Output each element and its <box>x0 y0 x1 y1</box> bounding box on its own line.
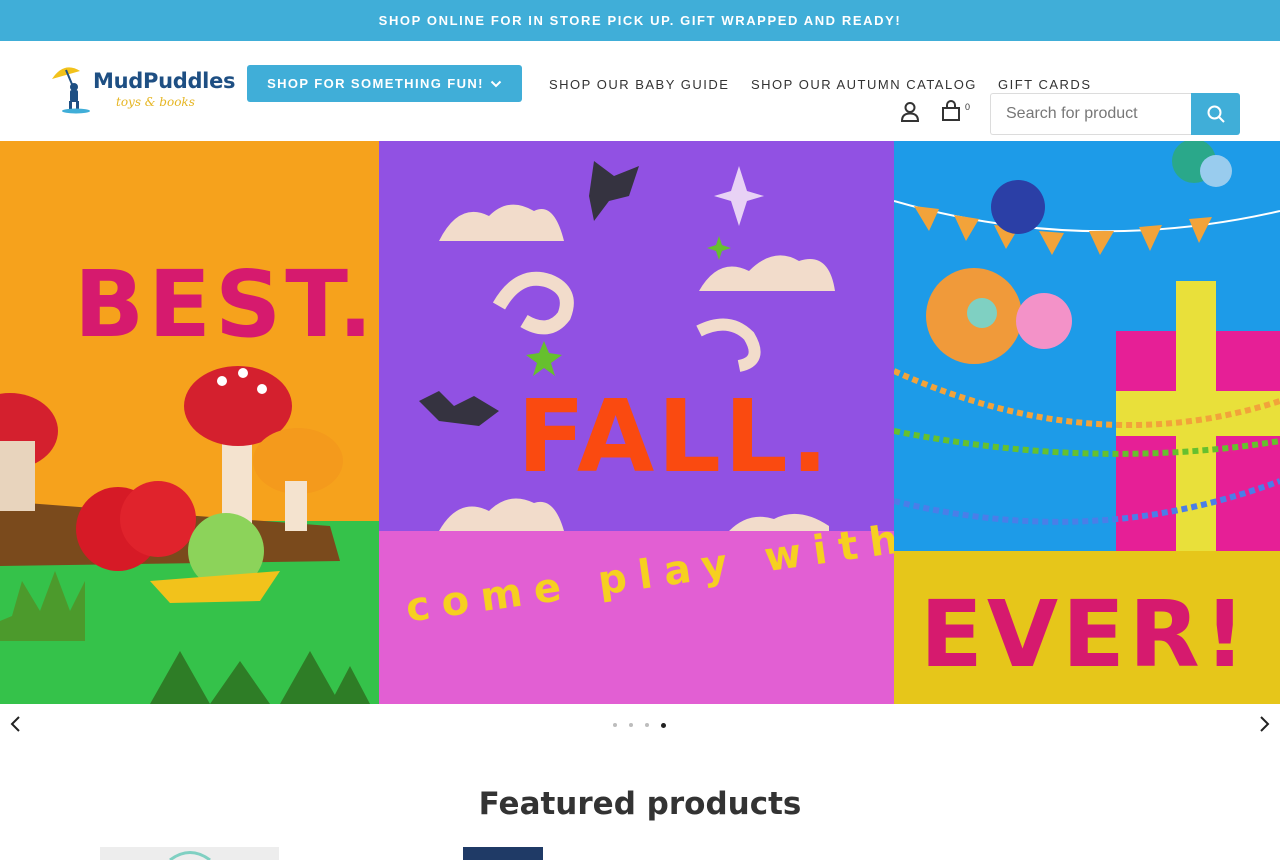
product-card-image[interactable] <box>463 847 543 860</box>
bag-icon[interactable] <box>941 100 961 122</box>
nav-baby-guide[interactable]: SHOP OUR BABY GUIDE <box>549 77 729 92</box>
slide-indicators <box>611 721 667 729</box>
umbrella-child-icon <box>52 67 90 114</box>
shop-menu-button[interactable]: SHOP FOR SOMETHING FUN! <box>247 65 522 102</box>
user-icon[interactable] <box>900 101 920 123</box>
search-button[interactable] <box>1191 93 1240 135</box>
hero-panel-ever: EVER! <box>894 141 1280 704</box>
chevron-right-icon[interactable] <box>1254 713 1274 735</box>
product-image-icon <box>169 851 211 860</box>
logo-tagline: toys & books <box>116 95 195 109</box>
search-icon <box>1207 105 1225 123</box>
announcement-text: SHOP ONLINE FOR IN STORE PICK UP. GIFT W… <box>378 13 902 28</box>
site-header: MudPuddles toys & books SHOP FOR SOMETHI… <box>0 41 1280 141</box>
mushroom-apple-illustration <box>0 366 379 704</box>
slide-dot-2[interactable] <box>627 721 635 729</box>
logo-name: MudPuddles <box>93 69 236 93</box>
slide-dot-4[interactable] <box>659 721 667 729</box>
slide-dot-3[interactable] <box>643 721 651 729</box>
shop-menu-label: SHOP FOR SOMETHING FUN! <box>267 76 484 91</box>
hero-panel-fall: FALL. come play with us! <box>379 141 894 704</box>
nav-autumn-catalog[interactable]: SHOP OUR AUTUMN CATALOG <box>751 77 977 92</box>
nav-gift-cards[interactable]: GIFT CARDS <box>998 77 1092 92</box>
chevron-down-icon <box>490 80 502 87</box>
slide-dot-1[interactable] <box>611 721 619 729</box>
hero-word-ever: EVER! <box>920 581 1250 688</box>
hero-slideshow[interactable]: BEST. FALL. come play with us! <box>0 141 1280 704</box>
search-input[interactable] <box>990 93 1192 135</box>
product-card-image[interactable] <box>100 847 279 860</box>
store-logo[interactable]: MudPuddles toys & books <box>50 59 236 115</box>
announcement-bar: SHOP ONLINE FOR IN STORE PICK UP. GIFT W… <box>0 0 1280 41</box>
featured-products-heading: Featured products <box>478 786 802 822</box>
chevron-left-icon[interactable] <box>6 713 26 735</box>
hero-word-fall: FALL. <box>517 378 832 495</box>
cart-count: 0 <box>965 102 971 112</box>
hero-word-best: BEST. <box>74 251 377 358</box>
hero-panel-best: BEST. <box>0 141 379 704</box>
